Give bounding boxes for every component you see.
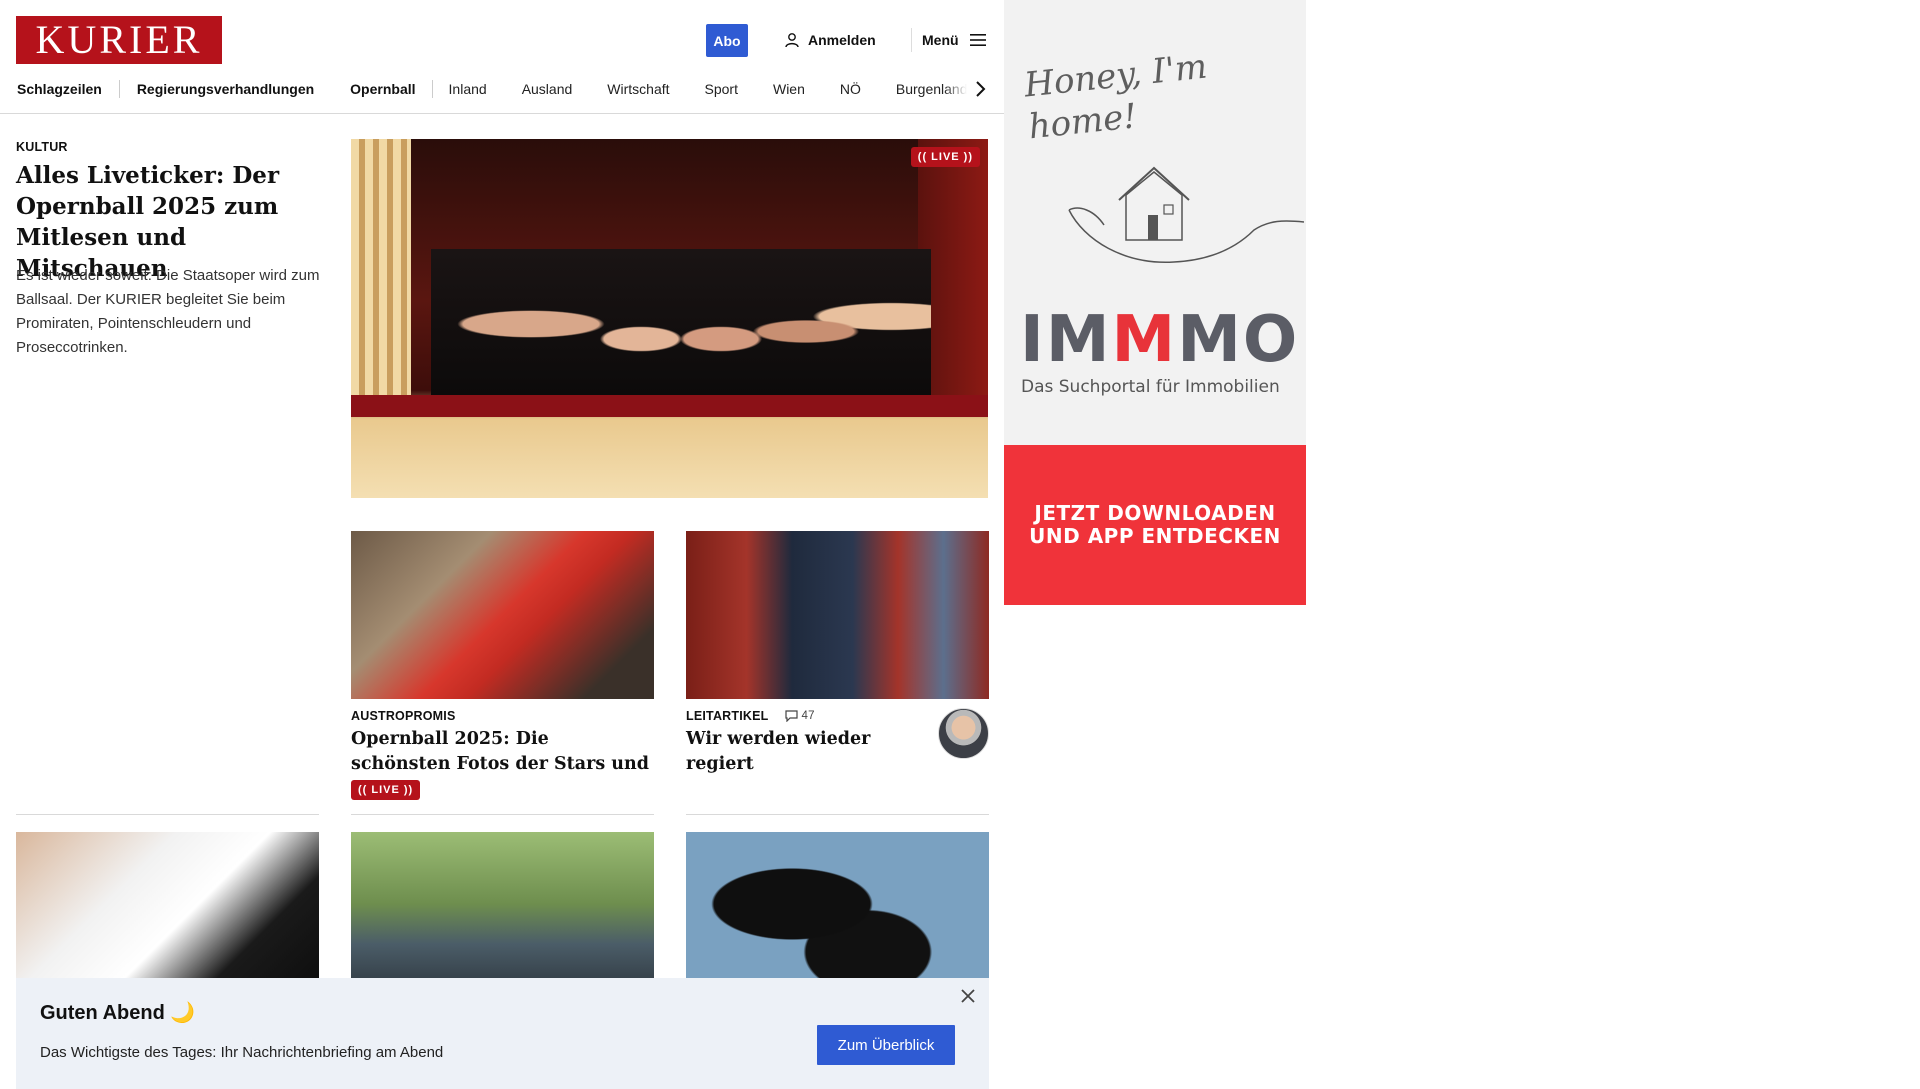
advertisement[interactable]: Honey, I'm home! IMMMO Das Suchportal fü… [1004,0,1306,605]
hero-box-rail [351,395,988,417]
ad-cta-line1: JETZT DOWNLOADEN [1034,501,1276,525]
ad-brand-highlight: M [1111,303,1178,377]
menu-label: Menü [922,32,959,48]
menu-divider [911,28,912,52]
ad-cta-button[interactable]: JETZT DOWNLOADEN UND APP ENTDECKEN [1004,445,1306,605]
row-divider [686,814,989,815]
banner-title: Guten Abend 🌙 [40,1002,196,1024]
lead-teaser: Es ist wieder soweit: Die Staatsoper wir… [16,267,320,356]
comment-count-value: 47 [801,710,815,722]
nav-divider [118,80,120,98]
ad-tagline: Das Suchportal für Immobilien [1021,377,1280,397]
ad-brand-logo: IMMMO [1020,308,1300,372]
nav-item-noe[interactable]: NÖ [840,81,861,97]
nav-item-ausland[interactable]: Ausland [522,81,573,97]
row-divider [351,814,654,815]
card-image-budget[interactable] [16,832,319,992]
house-in-hand-icon [1068,166,1304,263]
row-divider [16,814,319,815]
nav-item-regierungsverhandlungen[interactable]: Regierungsverhandlungen [137,81,314,97]
card-kicker-row: LEITARTIKEL 47 [686,709,815,723]
close-icon[interactable] [960,988,976,1004]
header-divider [0,113,1004,114]
ad-visual: Honey, I'm home! IMMMO Das Suchportal fü… [1004,0,1306,445]
menu-button[interactable]: Menü [922,28,987,52]
card-kicker[interactable]: LEITARTIKEL [686,709,769,723]
ad-cta-line2: UND APP ENTDECKEN [1029,524,1281,548]
login-button[interactable]: Anmelden [784,28,876,52]
card-image-opernball[interactable] [351,531,654,699]
hamburger-icon [969,34,986,46]
nav-item-wirtschaft[interactable]: Wirtschaft [607,81,669,97]
chevron-right-icon[interactable] [974,80,986,98]
nav-item-wien[interactable]: Wien [773,81,805,97]
login-label: Anmelden [808,32,876,48]
nav-item-inland[interactable]: Inland [449,81,487,97]
lead-kicker[interactable]: KULTUR [16,140,68,154]
live-badge: (( LIVE )) [910,147,980,167]
author-avatar[interactable] [938,708,989,759]
hero-crowd [431,249,931,399]
main-nav: Schlagzeilen Regierungsverhandlungen Ope… [16,78,982,100]
abo-button[interactable]: Abo [706,24,748,57]
card-kicker[interactable]: AUSTROPROMIS [351,709,456,723]
card-image-portrait[interactable] [351,832,654,992]
nav-item-sport[interactable]: Sport [705,81,738,97]
banner-text: Das Wichtigste des Tages: Ihr Nachrichte… [40,1044,444,1061]
overview-button[interactable]: Zum Überblick [817,1025,955,1065]
ad-brand-suffix: MO [1177,303,1300,377]
lead-image[interactable]: (( LIVE )) [351,139,988,498]
ad-headline: Honey, I'm home! [1022,46,1210,148]
evening-briefing-banner: Guten Abend 🌙 Das Wichtigste des Tages: … [16,978,989,1089]
nav-item-opernball[interactable]: Opernball [350,81,415,97]
nav-divider [431,80,433,98]
ad-brand-prefix: IM [1020,303,1112,377]
card-headline[interactable]: Wir werden wieder regiert [686,727,936,777]
user-icon [785,33,799,48]
card-image-illustration[interactable] [686,832,989,992]
hero-curtain-left [351,139,411,399]
card-image-regierung[interactable] [686,531,989,699]
comment-count[interactable]: 47 [784,710,815,722]
live-badge: (( LIVE )) [351,780,421,800]
comment-icon [784,710,798,722]
nav-item-schlagzeilen[interactable]: Schlagzeilen [17,81,102,97]
kurier-logo[interactable]: KURIER [16,16,222,64]
